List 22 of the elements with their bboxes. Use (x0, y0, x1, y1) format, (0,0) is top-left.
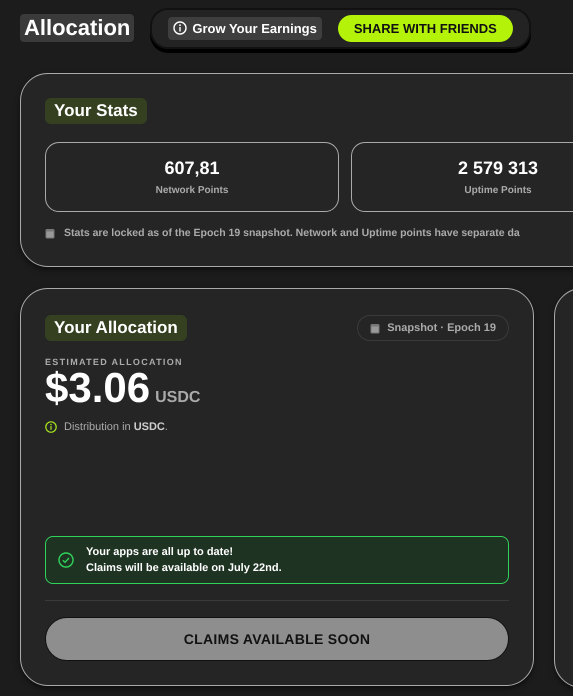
stat-value: 2 579 313 (458, 158, 538, 179)
info-icon (173, 21, 188, 35)
stat-value: 607,81 (164, 158, 220, 179)
allocation-caption: ESTIMATED ALLOCATION (45, 357, 184, 367)
stat-label: Uptime Points (464, 185, 532, 196)
share-button[interactable]: SHARE WITH FRIENDS (338, 14, 513, 42)
status-text: Claims will be available on July 22nd. (86, 562, 282, 574)
note-text: Stats are locked as of the Epoch 19 snapshot. Network and Uptime points have separate da (64, 227, 520, 239)
calendar-icon (370, 322, 380, 334)
section-title: Your Stats (45, 98, 147, 124)
allocation-amount: $3.06 (45, 367, 150, 409)
status-text: Your apps are all up to date! (86, 546, 234, 558)
distribution-text: Distribution in USDC. (64, 421, 168, 433)
check-circle-icon (58, 552, 74, 568)
currency-label: USDC (155, 389, 200, 407)
section-title: Your Allocation (45, 315, 187, 341)
snapshot-label: Snapshot · Epoch 19 (387, 322, 496, 334)
calendar-icon (45, 228, 55, 238)
stat-label: Network Points (156, 185, 228, 196)
info-icon (45, 421, 57, 433)
page-title: Allocation (20, 14, 134, 42)
grow-earnings-button[interactable]: Grow Your Earnings (168, 16, 322, 40)
